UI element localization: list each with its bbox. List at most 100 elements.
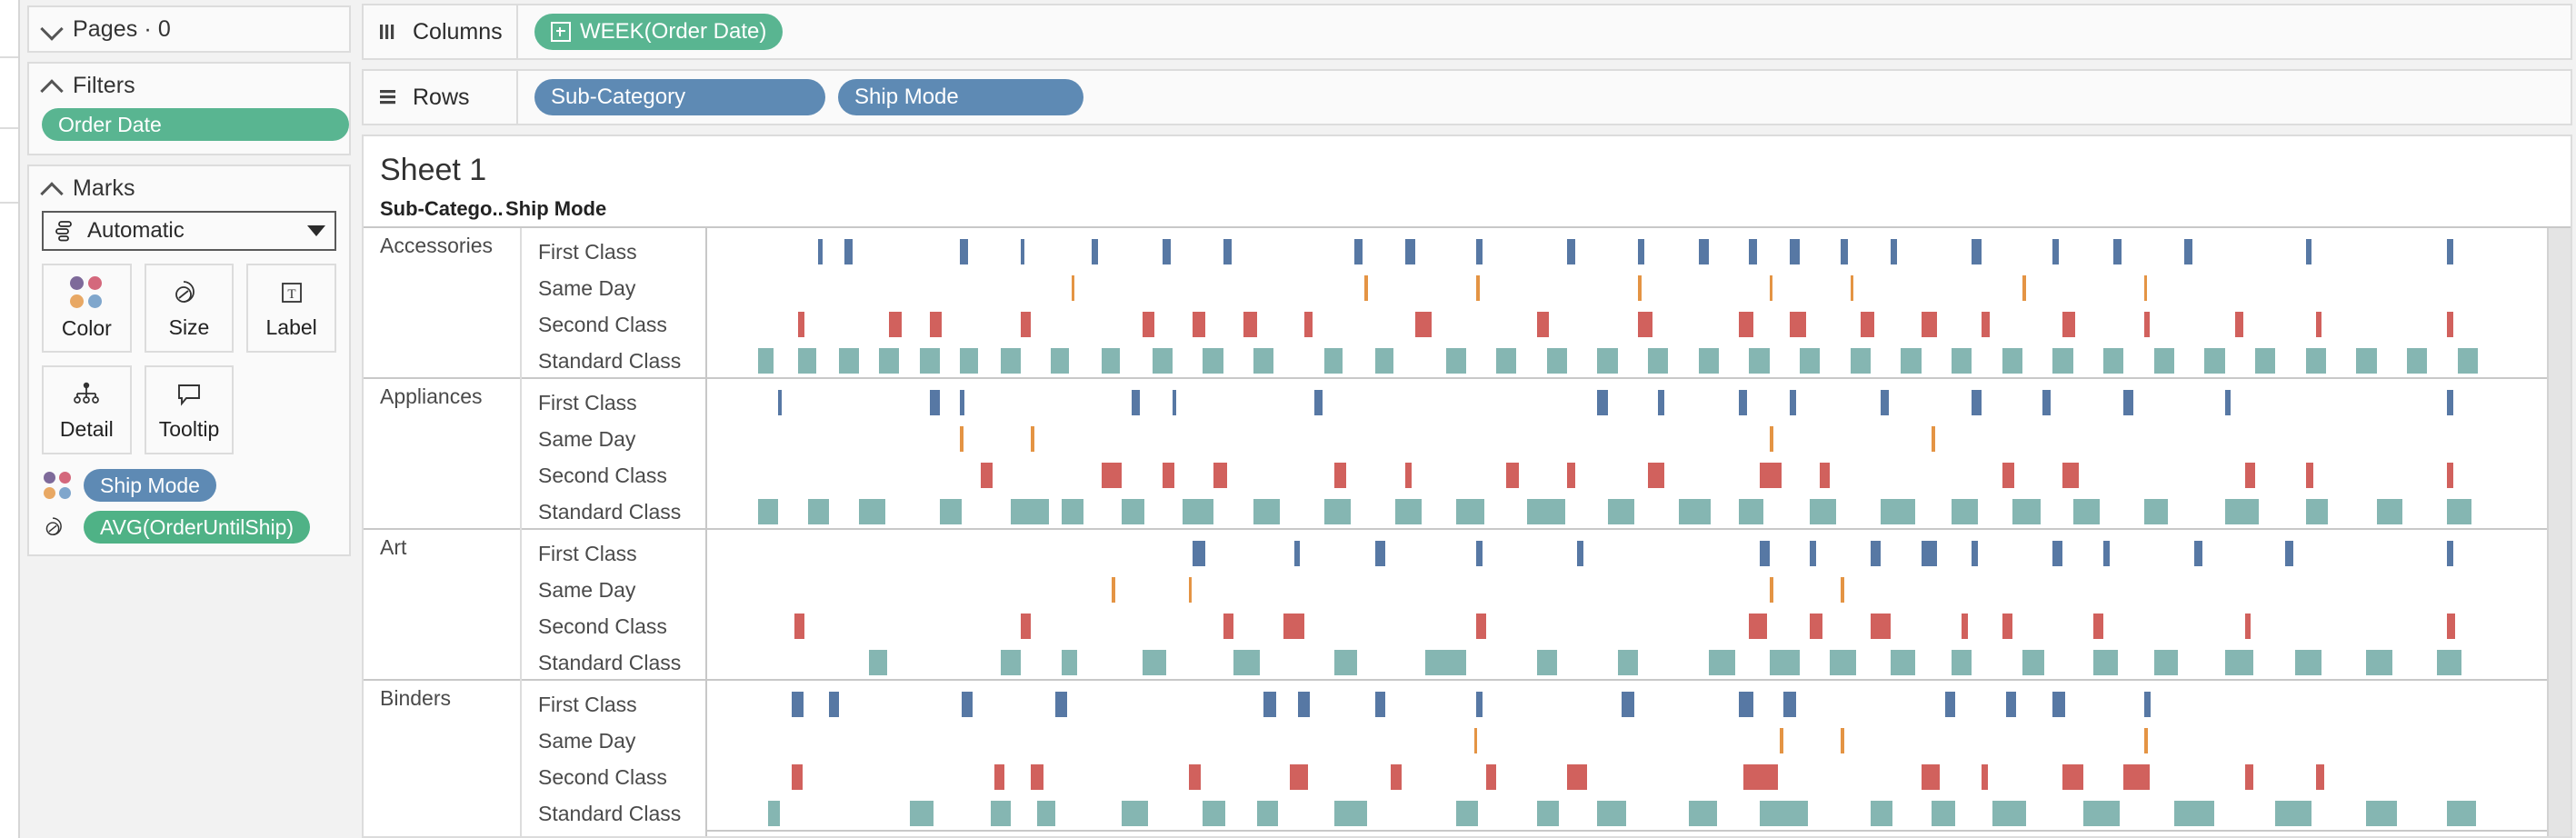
gantt-mark[interactable] bbox=[1473, 728, 1478, 753]
gantt-mark[interactable] bbox=[1800, 348, 1821, 374]
gantt-mark[interactable] bbox=[1871, 614, 1892, 639]
gantt-mark[interactable] bbox=[2305, 499, 2329, 524]
plot-row[interactable] bbox=[707, 644, 2569, 681]
gantt-mark[interactable] bbox=[2305, 463, 2314, 488]
gantt-mark[interactable] bbox=[1364, 275, 1369, 301]
gantt-mark[interactable] bbox=[1783, 692, 1796, 717]
gantt-mark[interactable] bbox=[2285, 541, 2294, 566]
gantt-mark[interactable] bbox=[1102, 463, 1123, 488]
gantt-mark[interactable] bbox=[798, 312, 804, 337]
gantt-mark[interactable] bbox=[2143, 692, 2152, 717]
gantt-mark[interactable] bbox=[2002, 463, 2015, 488]
gantt-mark[interactable] bbox=[1303, 312, 1313, 337]
sub-category-group[interactable]: Appliances bbox=[364, 379, 520, 530]
gantt-mark[interactable] bbox=[919, 348, 940, 374]
gantt-mark[interactable] bbox=[1759, 541, 1770, 566]
ship-mode-label[interactable]: Same Day bbox=[522, 421, 705, 457]
sub-category-group[interactable]: Art bbox=[364, 530, 520, 681]
ship-mode-label[interactable]: Second Class bbox=[522, 608, 705, 644]
gantt-mark[interactable] bbox=[2234, 312, 2243, 337]
gantt-mark[interactable] bbox=[1475, 275, 1480, 301]
gantt-mark[interactable] bbox=[1031, 426, 1034, 452]
gantt-mark[interactable] bbox=[1945, 692, 1956, 717]
ship-mode-label[interactable]: Second Class bbox=[522, 306, 705, 343]
gantt-mark[interactable] bbox=[1810, 541, 1816, 566]
gantt-mark[interactable] bbox=[1323, 499, 1351, 524]
gantt-mark[interactable] bbox=[1486, 764, 1497, 790]
gantt-mark[interactable] bbox=[1496, 348, 1517, 374]
gantt-mark[interactable] bbox=[2305, 239, 2312, 264]
gantt-mark[interactable] bbox=[1769, 426, 1774, 452]
gantt-mark[interactable] bbox=[1789, 312, 1806, 337]
ship-mode-label[interactable]: Same Day bbox=[522, 723, 705, 759]
gantt-mark[interactable] bbox=[2002, 348, 2022, 374]
filters-card-header[interactable]: Filters bbox=[29, 64, 349, 108]
gantt-mark[interactable] bbox=[1688, 801, 1717, 826]
plot-row[interactable] bbox=[707, 457, 2569, 494]
gantt-mark[interactable] bbox=[2447, 801, 2476, 826]
gantt-mark[interactable] bbox=[960, 239, 969, 264]
gantt-mark[interactable] bbox=[1972, 390, 1982, 415]
gantt-mark[interactable] bbox=[808, 499, 829, 524]
gantt-mark[interactable] bbox=[1391, 764, 1402, 790]
gantt-mark[interactable] bbox=[1000, 348, 1022, 374]
gantt-mark[interactable] bbox=[1263, 692, 1276, 717]
gantt-mark[interactable] bbox=[1188, 764, 1202, 790]
gantt-mark[interactable] bbox=[1698, 239, 1709, 264]
gantt-mark[interactable] bbox=[1334, 650, 1357, 675]
gantt-mark[interactable] bbox=[2457, 348, 2478, 374]
gantt-mark[interactable] bbox=[1638, 239, 1644, 264]
gantt-mark[interactable] bbox=[2275, 801, 2312, 826]
gantt-mark[interactable] bbox=[1850, 348, 1871, 374]
gantt-mark[interactable] bbox=[2204, 348, 2225, 374]
gantt-mark[interactable] bbox=[2052, 692, 2065, 717]
gantt-mark[interactable] bbox=[2042, 390, 2052, 415]
gantt-mark[interactable] bbox=[2447, 614, 2456, 639]
gantt-mark[interactable] bbox=[1010, 499, 1050, 524]
gantt-mark[interactable] bbox=[2224, 650, 2253, 675]
gantt-mark[interactable] bbox=[2062, 463, 2080, 488]
gantt-mark[interactable] bbox=[1972, 239, 1982, 264]
gantt-mark[interactable] bbox=[2113, 239, 2122, 264]
marks-detail-button[interactable]: Detail bbox=[42, 365, 132, 454]
gantt-mark[interactable] bbox=[2315, 312, 2322, 337]
gantt-mark[interactable] bbox=[990, 801, 1011, 826]
gantt-mark[interactable] bbox=[1972, 541, 1978, 566]
filter-pill-order-date[interactable]: Order Date bbox=[42, 108, 349, 141]
gantt-mark[interactable] bbox=[1394, 499, 1422, 524]
plot-row[interactable] bbox=[707, 494, 2569, 530]
gantt-mark[interactable] bbox=[1962, 614, 1968, 639]
gantt-mark[interactable] bbox=[1658, 390, 1664, 415]
gantt-mark[interactable] bbox=[929, 390, 940, 415]
gantt-mark[interactable] bbox=[1742, 764, 1778, 790]
gantt-mark[interactable] bbox=[1183, 499, 1213, 524]
gantt-mark[interactable] bbox=[1132, 390, 1141, 415]
chevron-down-icon[interactable] bbox=[42, 19, 62, 39]
ship-mode-label[interactable]: Standard Class bbox=[522, 644, 705, 681]
gantt-mark[interactable] bbox=[1577, 541, 1583, 566]
gantt-mark[interactable] bbox=[858, 499, 885, 524]
gantt-mark[interactable] bbox=[1952, 650, 1972, 675]
gantt-mark[interactable] bbox=[1455, 801, 1479, 826]
gantt-mark[interactable] bbox=[1617, 650, 1638, 675]
gantt-mark[interactable] bbox=[1749, 348, 1770, 374]
gantt-mark[interactable] bbox=[757, 499, 778, 524]
gantt-mark[interactable] bbox=[1567, 764, 1588, 790]
columns-pill-week-order-date[interactable]: WEEK(Order Date) bbox=[534, 14, 784, 50]
gantt-mark[interactable] bbox=[1567, 463, 1575, 488]
gantt-mark[interactable] bbox=[2072, 499, 2100, 524]
gantt-mark[interactable] bbox=[2062, 312, 2075, 337]
gantt-mark[interactable] bbox=[1860, 312, 1875, 337]
gantt-mark[interactable] bbox=[1648, 463, 1664, 488]
sub-category-group[interactable]: Binders bbox=[364, 681, 520, 832]
plot-row[interactable] bbox=[707, 723, 2569, 759]
marks-card-header[interactable]: Marks bbox=[29, 166, 349, 211]
gantt-mark[interactable] bbox=[2103, 541, 2110, 566]
gantt-mark[interactable] bbox=[1203, 348, 1223, 374]
gantt-mark[interactable] bbox=[1739, 390, 1748, 415]
gantt-mark[interactable] bbox=[1354, 239, 1363, 264]
marks-tooltip-button[interactable]: Tooltip bbox=[144, 365, 235, 454]
gantt-mark[interactable] bbox=[1102, 348, 1121, 374]
gantt-mark[interactable] bbox=[1759, 463, 1782, 488]
gantt-mark[interactable] bbox=[2143, 728, 2148, 753]
